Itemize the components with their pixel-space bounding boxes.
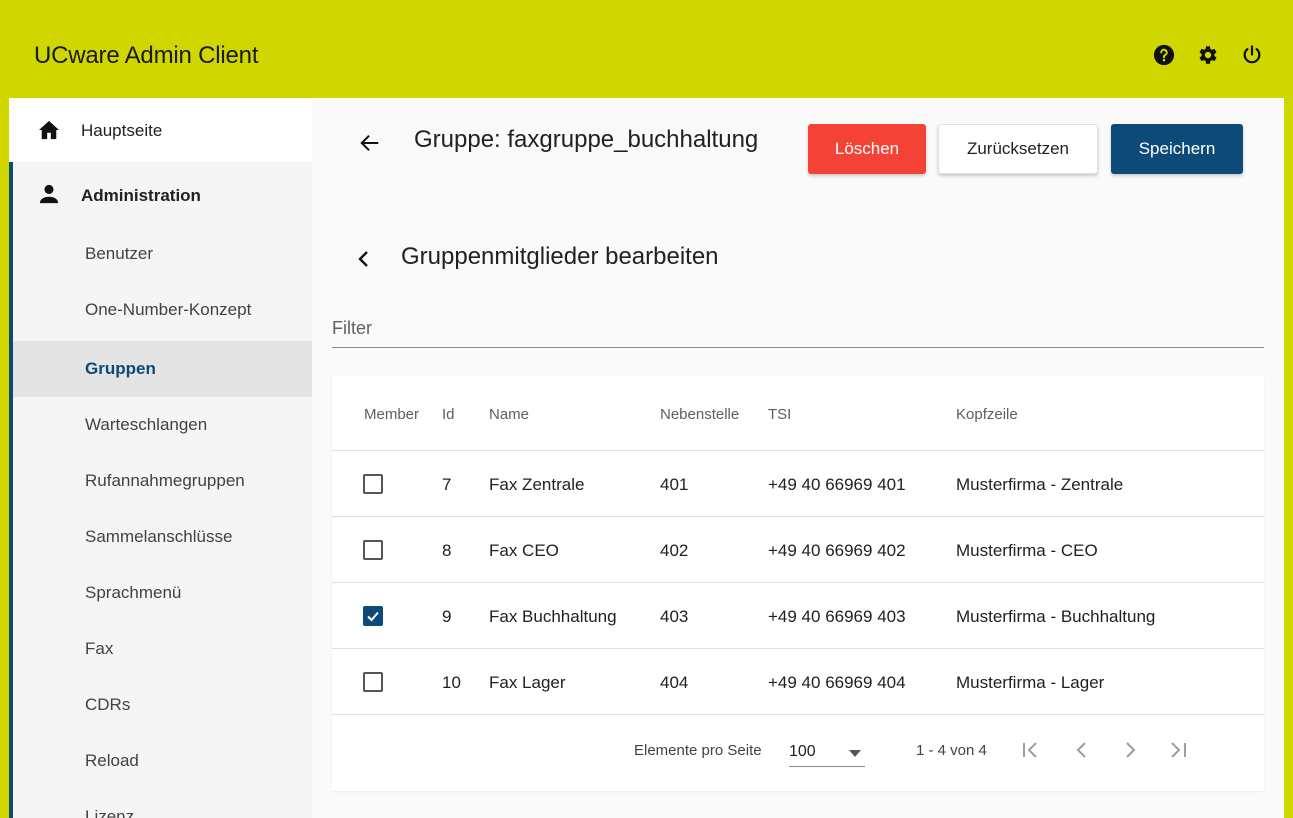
delete-button[interactable]: Löschen [808, 124, 926, 174]
table-row: 9 Fax Buchhaltung 403 +49 40 66969 403 M… [332, 582, 1264, 648]
cell-kopfzeile: Musterfirma - Buchhaltung [956, 607, 1156, 626]
paginator: Elemente pro Seite 100 1 - 4 von 4 [332, 714, 1264, 791]
sidebar-item-administration[interactable]: Administration [13, 162, 312, 226]
member-checkbox[interactable] [363, 606, 383, 626]
chevron-left-icon[interactable] [357, 250, 371, 273]
sidebar-item-label: Reload [85, 751, 139, 770]
sidebar-item-label: Fax [85, 639, 114, 658]
sidebar-item-label: Rufannahmegruppen [85, 471, 245, 490]
check-icon [367, 611, 379, 622]
cell-kopfzeile: Musterfirma - Lager [956, 673, 1105, 692]
page-range: 1 - 4 von 4 [916, 742, 987, 759]
sidebar-item-sammelanschluesse[interactable]: Sammelanschlüsse [13, 509, 312, 565]
sidebar-item-home[interactable]: Hauptseite [9, 98, 312, 162]
cell-tsi: +49 40 66969 402 [768, 541, 906, 560]
sidebar-item-one-number-konzept[interactable]: One-Number-Konzept [13, 282, 312, 338]
power-icon[interactable] [1240, 43, 1264, 67]
sidebar-item-label: Benutzer [85, 244, 154, 263]
cell-nebenstelle: 401 [660, 475, 689, 494]
cell-id: 7 [442, 475, 452, 494]
page-size-label: Elemente pro Seite [634, 742, 762, 759]
person-icon [38, 184, 60, 209]
cell-tsi: +49 40 66969 403 [768, 607, 906, 626]
table-row: 7 Fax Zentrale 401 +49 40 66969 401 Must… [332, 450, 1264, 516]
sidebar-item-fax[interactable]: Fax [13, 621, 312, 677]
sidebar-item-label: Administration [81, 186, 201, 205]
app-body: Hauptseite Administration Benutzer One-N… [9, 98, 1284, 818]
member-checkbox[interactable] [363, 474, 383, 494]
sidebar-item-label: Hauptseite [81, 121, 163, 140]
cell-id: 10 [442, 673, 461, 692]
app-title: UCware Admin Client [34, 42, 259, 69]
column-header-tsi: TSI [768, 406, 792, 423]
reset-button[interactable]: Zurücksetzen [938, 124, 1098, 174]
header-actions [1152, 43, 1264, 67]
cell-name: Fax Zentrale [489, 475, 585, 494]
column-header-name: Name [489, 406, 530, 423]
sidebar-item-label: Lizenz [85, 807, 135, 818]
members-table: Member Id Name Nebenstelle TSI Kopfzeile… [332, 376, 1264, 791]
home-icon [38, 120, 60, 145]
table-row: 8 Fax CEO 402 +49 40 66969 402 Musterfir… [332, 516, 1264, 582]
sidebar-item-label: Warteschlangen [85, 415, 208, 434]
sidebar-item-label: Sammelanschlüsse [85, 527, 233, 546]
dropdown-arrow-icon [849, 750, 861, 757]
first-page-icon[interactable] [1020, 739, 1042, 766]
page-title: Gruppe: faxgruppe_buchhaltung [414, 126, 759, 153]
sidebar: Hauptseite Administration Benutzer One-N… [9, 98, 312, 818]
cell-tsi: +49 40 66969 401 [768, 475, 906, 494]
cell-nebenstelle: 403 [660, 607, 689, 626]
column-header-nebenstelle: Nebenstelle [660, 406, 740, 423]
cell-tsi: +49 40 66969 404 [768, 673, 906, 692]
cell-name: Fax Buchhaltung [489, 607, 617, 626]
sidebar-item-sprachmenue[interactable]: Sprachmenü [13, 565, 312, 621]
sidebar-item-rufannahmegruppen[interactable]: Rufannahmegruppen [13, 453, 312, 509]
page-size-select[interactable]: 100 [789, 739, 865, 767]
column-header-kopfzeile: Kopfzeile [956, 406, 1018, 423]
cell-id: 9 [442, 607, 452, 626]
cell-nebenstelle: 402 [660, 541, 689, 560]
last-page-icon[interactable] [1167, 739, 1189, 766]
sidebar-item-benutzer[interactable]: Benutzer [13, 226, 312, 282]
gear-icon[interactable] [1196, 43, 1220, 67]
next-page-icon[interactable] [1119, 739, 1141, 766]
section-title: Gruppenmitglieder bearbeiten [401, 243, 719, 270]
sidebar-item-label: Gruppen [85, 359, 156, 378]
member-checkbox[interactable] [363, 540, 383, 560]
sidebar-item-gruppen[interactable]: Gruppen [13, 341, 312, 397]
cell-nebenstelle: 404 [660, 673, 689, 692]
filter-input[interactable] [332, 310, 1264, 348]
main-content: Gruppe: faxgruppe_buchhaltung Löschen Zu… [313, 98, 1284, 818]
member-checkbox[interactable] [363, 672, 383, 692]
top-app-bar: UCware Admin Client [9, 7, 1284, 98]
table-row: 10 Fax Lager 404 +49 40 66969 404 Muster… [332, 648, 1264, 714]
sidebar-item-label: One-Number-Konzept [85, 300, 252, 319]
sidebar-group-administration: Administration Benutzer One-Number-Konze… [9, 162, 312, 818]
sidebar-item-label: Sprachmenü [85, 583, 182, 602]
sidebar-item-lizenz[interactable]: Lizenz [13, 789, 312, 818]
column-header-id: Id [442, 406, 455, 423]
cell-id: 8 [442, 541, 452, 560]
sidebar-item-reload[interactable]: Reload [13, 733, 312, 789]
sidebar-item-warteschlangen[interactable]: Warteschlangen [13, 397, 312, 453]
arrow-left-icon[interactable] [359, 132, 381, 159]
previous-page-icon[interactable] [1071, 739, 1093, 766]
help-icon[interactable] [1152, 43, 1176, 67]
cell-name: Fax Lager [489, 673, 566, 692]
sidebar-item-cdrs[interactable]: CDRs [13, 677, 312, 733]
cell-kopfzeile: Musterfirma - CEO [956, 541, 1098, 560]
cell-name: Fax CEO [489, 541, 559, 560]
save-button[interactable]: Speichern [1111, 124, 1243, 174]
column-header-member: Member [364, 406, 420, 423]
sidebar-item-label: CDRs [85, 695, 131, 714]
cell-kopfzeile: Musterfirma - Zentrale [956, 475, 1124, 494]
page-size-value: 100 [789, 743, 816, 760]
